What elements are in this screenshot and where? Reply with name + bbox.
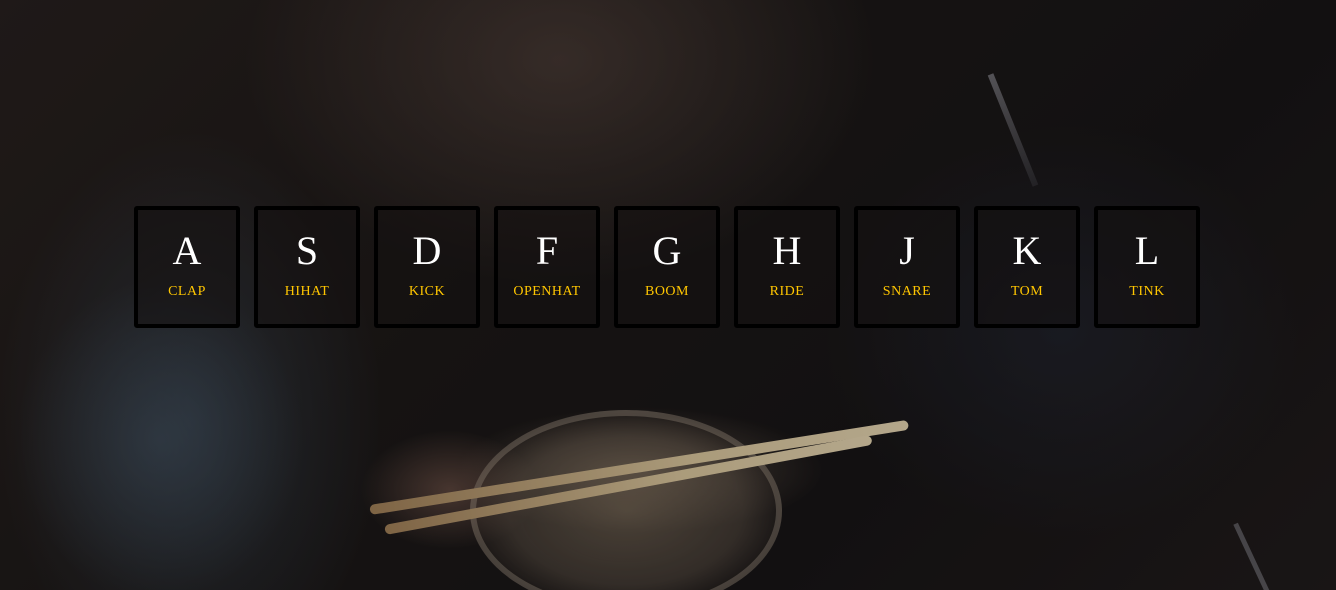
key-letter: K [1012,228,1042,273]
key-letter: G [652,228,682,273]
key-letter: D [412,228,442,273]
background-photo-drumstick [369,419,910,515]
drum-key-k[interactable]: K TOM [974,206,1080,328]
key-letter: S [295,228,319,273]
drum-key-s[interactable]: S HIHAT [254,206,360,328]
key-sound-label: KICK [408,284,446,299]
background-photo-snare-drum [470,410,782,590]
drum-key-l[interactable]: L TINK [1094,206,1200,328]
key-letter: A [172,228,202,273]
key-letter: F [535,228,559,273]
drum-key-h[interactable]: H RIDE [734,206,840,328]
key-sound-label: TINK [1129,284,1165,299]
drum-kit-page: A CLAP S HIHAT D KICK F OPENHAT G BOOM H… [0,0,1336,590]
key-sound-label: RIDE [769,284,805,299]
key-sound-label: SNARE [882,284,932,299]
background-photo-drumstick [384,434,873,535]
key-sound-label: OPENHAT [513,284,581,299]
background-photo-cymbal-stand [1233,522,1272,590]
drum-key-g[interactable]: G BOOM [614,206,720,328]
key-sound-label: CLAP [168,284,206,299]
key-letter: J [899,228,915,273]
key-letter: L [1134,228,1160,273]
drum-key-f[interactable]: F OPENHAT [494,206,600,328]
drum-key-d[interactable]: D KICK [374,206,480,328]
background-photo-cymbal-stand [987,73,1039,187]
drum-keys: A CLAP S HIHAT D KICK F OPENHAT G BOOM H… [134,206,1200,328]
drum-key-a[interactable]: A CLAP [134,206,240,328]
background-photo-drummer-arm [360,430,540,550]
key-sound-label: BOOM [644,284,689,299]
drum-key-j[interactable]: J SNARE [854,206,960,328]
key-letter: H [772,228,802,273]
key-sound-label: TOM [1010,284,1044,299]
key-sound-label: HIHAT [284,284,330,299]
